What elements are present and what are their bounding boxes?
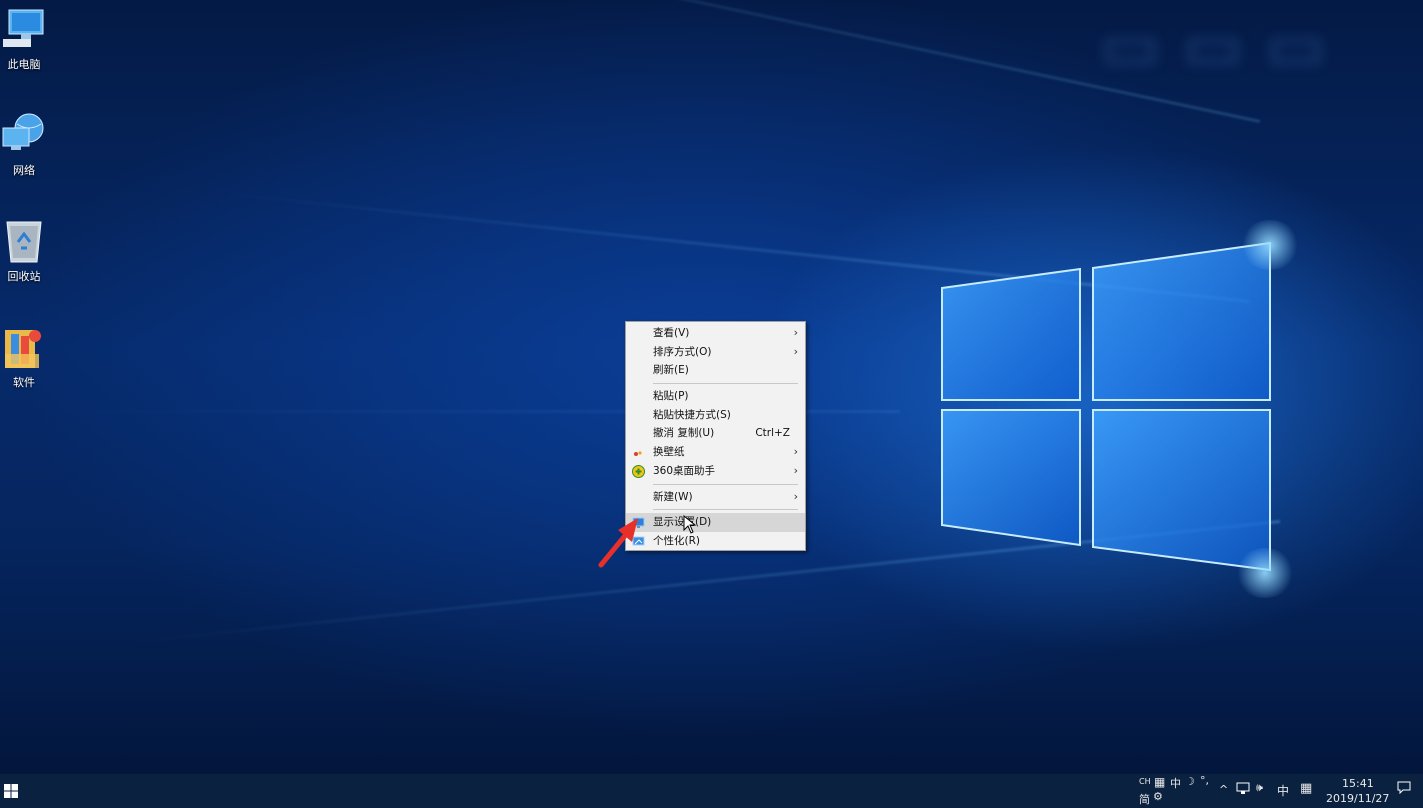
desktop-icon-this-pc[interactable]: 此电脑	[0, 6, 48, 72]
clock-date[interactable]: 2019/11/27	[1326, 792, 1389, 805]
menu-item-new[interactable]: 新建(W) ›	[626, 488, 805, 507]
light-glow	[1235, 548, 1295, 598]
chevron-right-icon: ›	[793, 463, 798, 477]
desktop-icon-network[interactable]: 网络	[0, 112, 48, 178]
menu-item-360-desktop-assistant[interactable]: 360桌面助手 ›	[626, 462, 805, 481]
menu-item-paste[interactable]: 粘贴(P)	[626, 387, 805, 406]
menu-item-shortcut: Ctrl+Z	[755, 427, 790, 440]
clock-time[interactable]: 15:41	[1342, 777, 1374, 790]
360-icon	[632, 464, 645, 478]
ime-punctuation-icon[interactable]: °,	[1200, 774, 1209, 787]
action-center-icon	[1397, 781, 1411, 795]
menu-separator	[653, 509, 798, 511]
notification-center-icon[interactable]	[1397, 781, 1411, 797]
menu-item-label: 新建(W)	[653, 490, 693, 503]
folder-icon	[1, 324, 47, 370]
desktop-icon-recycle-bin[interactable]: 回收站	[0, 218, 48, 284]
menu-item-label: 撤消 复制(U)	[653, 427, 715, 440]
desktop-icon-label: 软件	[13, 376, 35, 389]
desktop-icon-software-folder[interactable]: 软件	[0, 324, 48, 390]
wallpaper-icon	[632, 446, 645, 459]
network-tray-icon[interactable]	[1236, 782, 1250, 798]
menu-item-label: 粘贴(P)	[653, 390, 689, 403]
ime-mode-icon[interactable]: ▦	[1300, 781, 1312, 796]
chevron-up-icon[interactable]: ^	[1219, 783, 1228, 796]
menu-item-label: 换壁纸	[653, 446, 685, 459]
mouse-pointer-icon	[683, 515, 697, 534]
menu-item-label: 粘贴快捷方式(S)	[653, 408, 731, 421]
ime-language-label[interactable]: CH	[1139, 777, 1151, 786]
ime-settings-icon[interactable]: ⚙	[1153, 790, 1163, 803]
menu-item-refresh[interactable]: 刷新(E)	[626, 361, 805, 380]
recycle-bin-icon	[1, 218, 47, 264]
volume-icon[interactable]: 🕪	[1256, 781, 1263, 795]
annotation-arrow-icon	[598, 518, 638, 568]
network-icon	[1, 112, 47, 158]
taskbar: CH ▦ 中 ☽ °, 简 ⚙ ^ 🕪 中 ▦ 15:41 2019/11/27	[0, 774, 1423, 808]
menu-item-sort-by[interactable]: 排序方式(O) ›	[626, 343, 805, 362]
monitor-network-icon	[1236, 782, 1250, 794]
menu-item-label: 刷新(E)	[653, 364, 689, 377]
windows-start-icon	[4, 784, 18, 798]
input-language-indicator[interactable]: 中	[1277, 782, 1289, 799]
chevron-right-icon: ›	[793, 326, 798, 339]
menu-item-label: 排序方式(O)	[653, 345, 712, 358]
chevron-right-icon: ›	[793, 445, 798, 459]
ime-moon-icon[interactable]: ☽	[1185, 775, 1195, 788]
menu-item-personalize[interactable]: 个性化(R)	[626, 532, 805, 551]
menu-item-change-wallpaper[interactable]: 换壁纸 ›	[626, 443, 805, 462]
ime-simplified-mode[interactable]: 简	[1139, 791, 1150, 807]
desktop-icon-label: 网络	[13, 164, 35, 177]
ime-chinese-mode[interactable]: 中	[1170, 775, 1181, 791]
desktop-icon-label: 回收站	[7, 270, 41, 283]
menu-item-label: 个性化(R)	[653, 534, 700, 547]
menu-item-display-settings[interactable]: 显示设置(D)	[626, 513, 805, 532]
this-pc-icon	[1, 6, 47, 52]
start-button[interactable]	[4, 784, 18, 801]
chevron-right-icon: ›	[793, 489, 798, 503]
menu-item-paste-shortcut[interactable]: 粘贴快捷方式(S)	[626, 406, 805, 425]
menu-separator	[653, 383, 798, 385]
light-glow	[1240, 220, 1300, 270]
menu-item-label: 查看(V)	[653, 327, 690, 339]
desktop-icon-label: 此电脑	[7, 58, 41, 71]
menu-item-undo-copy[interactable]: 撤消 复制(U) Ctrl+Z	[626, 424, 805, 443]
ime-fullwidth-icon[interactable]: ▦	[1154, 775, 1165, 789]
chevron-right-icon: ›	[793, 344, 798, 358]
menu-separator	[653, 483, 798, 485]
menu-item-label: 360桌面助手	[653, 464, 716, 477]
menu-item-view[interactable]: 查看(V) ›	[626, 324, 805, 343]
desktop-context-menu: 查看(V) › 排序方式(O) › 刷新(E) 粘贴(P) 粘贴快捷方式(S) …	[625, 321, 806, 551]
desktop[interactable]: ▭ ▭ ▭ 此电脑 网络 回收站 软件 查看(V) › 排序方式(O) › 刷新…	[0, 0, 1423, 774]
